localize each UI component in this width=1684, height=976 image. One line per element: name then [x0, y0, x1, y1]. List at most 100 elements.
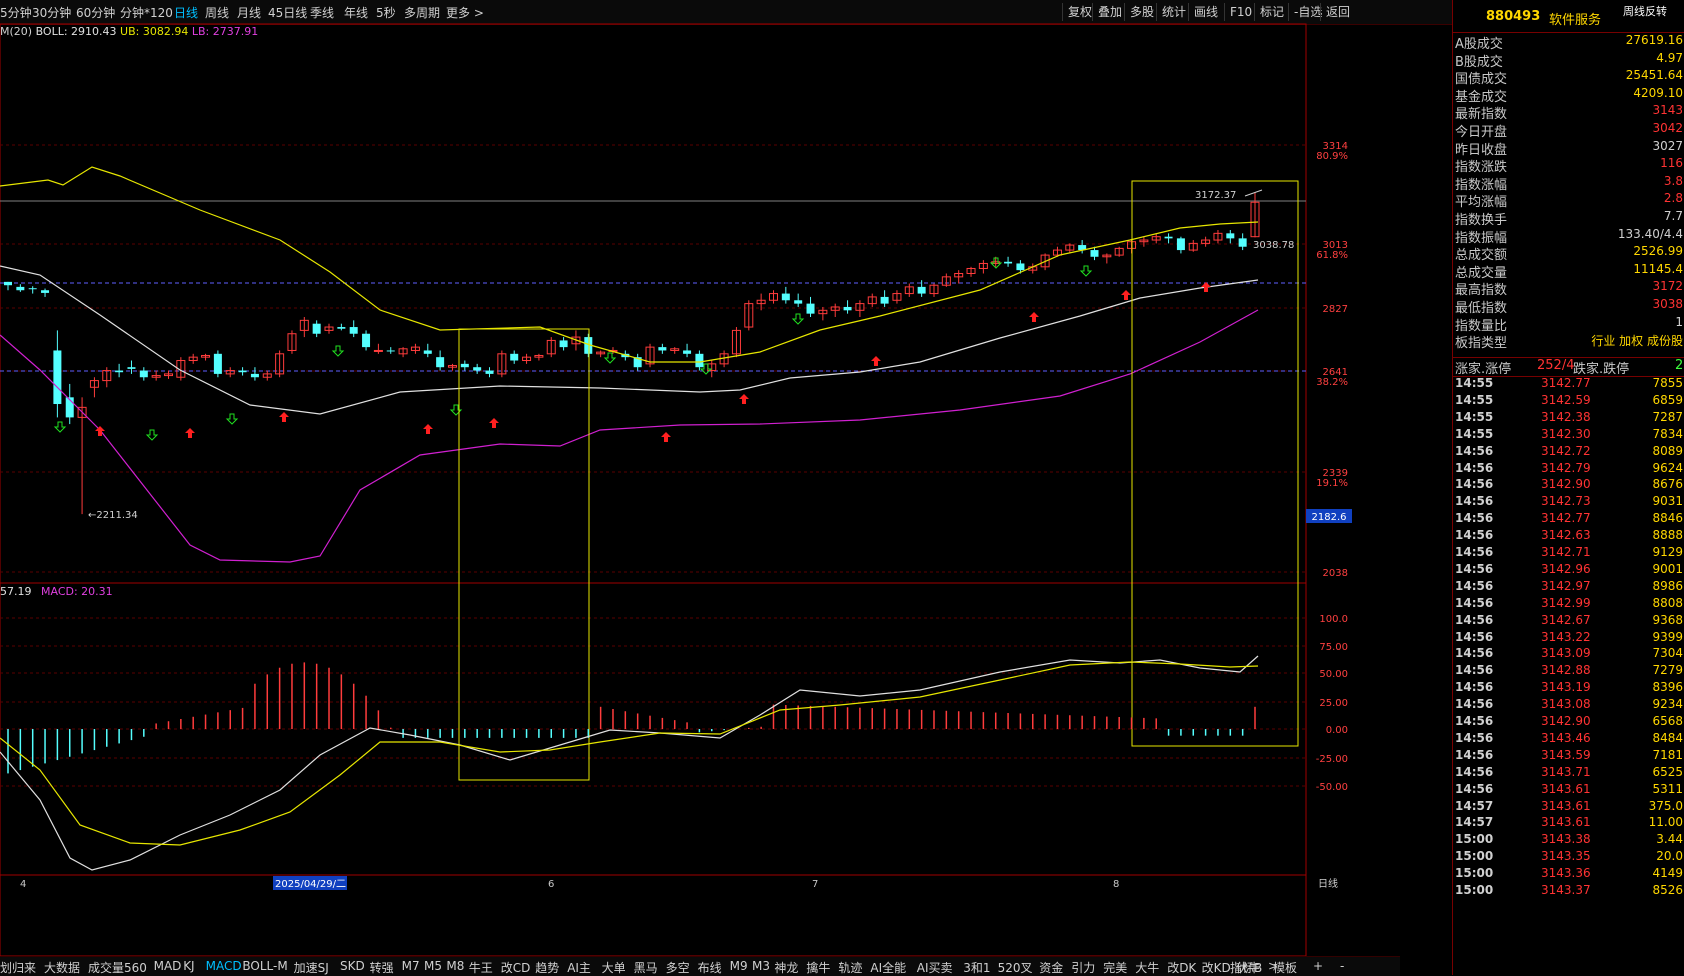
- tick-time: 14:56: [1455, 680, 1494, 695]
- tick-price: 3142.99: [1541, 595, 1591, 610]
- indicator-tab-13[interactable]: 牛王: [469, 959, 493, 976]
- indicator-tab-31[interactable]: 引力: [1071, 959, 1095, 976]
- fib-pct: 61.8%: [1316, 250, 1348, 261]
- candle-body: [1238, 238, 1247, 247]
- indicator-tab-18[interactable]: 黑马: [634, 959, 658, 976]
- tick-volume: 9031: [1652, 494, 1683, 509]
- chart-frame: [0, 23, 1307, 956]
- indicator-tab-12[interactable]: M8: [446, 959, 464, 973]
- tick-price: 3143.19: [1541, 680, 1591, 695]
- candle-body: [917, 286, 926, 294]
- tick-time: 15:00: [1455, 866, 1494, 881]
- candle-body: [806, 303, 815, 314]
- stat-row: 总成交额 2526.99: [1453, 244, 1684, 263]
- tick-price: 3142.73: [1541, 494, 1591, 509]
- indicator-tab-9[interactable]: 转强: [370, 959, 394, 976]
- indicator-tab-26[interactable]: AI全能: [870, 959, 906, 976]
- stat-label: 今日开盘: [1455, 125, 1508, 140]
- indicator-tab-35[interactable]: 改KD: [1202, 959, 1231, 976]
- tick-price: 3143.71: [1541, 764, 1591, 779]
- indicator-tab-27[interactable]: AI买卖: [917, 959, 953, 976]
- tick-row: 14:55 3142.38 7287: [1453, 410, 1684, 428]
- indicator-tab-5[interactable]: MACD: [206, 959, 242, 973]
- candle-body: [250, 373, 259, 378]
- tick-price: 3143.22: [1541, 629, 1591, 644]
- indicator-tab-24[interactable]: 擒牛: [806, 959, 830, 976]
- indicator-tab-3[interactable]: MAD: [154, 959, 182, 973]
- tick-price: 3143.38: [1541, 832, 1591, 847]
- indicator-tab-2[interactable]: 成交量560: [88, 959, 147, 976]
- stat-value: 行业 加权 成份股: [1591, 334, 1683, 349]
- dif-value: 57.19: [0, 585, 32, 598]
- tick-time: 14:56: [1455, 561, 1494, 576]
- stat-value: 1: [1675, 314, 1683, 329]
- tick-time: 14:56: [1455, 477, 1494, 492]
- stat-value: 3042: [1652, 121, 1683, 135]
- tick-price: 3143.37: [1541, 883, 1591, 897]
- indicator-tab-14[interactable]: 改CD: [501, 959, 531, 976]
- tick-volume: 8808: [1652, 595, 1683, 610]
- indicator-tab-32[interactable]: 完美: [1103, 959, 1127, 976]
- tick-time: 14:56: [1455, 730, 1494, 745]
- period-label: 日线: [1318, 877, 1338, 890]
- indicator-tab-10[interactable]: M7: [402, 959, 420, 973]
- tabbar-control-1[interactable]: 模板: [1273, 959, 1297, 976]
- sell-arrow-icon: [1079, 265, 1093, 277]
- stat-row: 指数涨幅 3.8: [1453, 174, 1684, 193]
- tick-time: 15:00: [1455, 849, 1494, 864]
- indicator-tab-29[interactable]: 520叉: [998, 959, 1033, 976]
- indicator-tab-21[interactable]: M9: [730, 959, 748, 973]
- indicator-tab-6[interactable]: BOLL-M: [242, 959, 287, 973]
- candle-body: [362, 333, 371, 348]
- stat-label: B股成交: [1455, 54, 1503, 70]
- tabbar-control-0[interactable]: 指标B: [1230, 959, 1262, 976]
- tabbar-control-2[interactable]: +: [1313, 959, 1323, 973]
- indicator-tab-0[interactable]: 划归来: [0, 959, 36, 976]
- sell-arrow-icon: [53, 421, 67, 433]
- indicator-tab-28[interactable]: 3和1: [963, 959, 990, 976]
- candle-body: [16, 286, 25, 291]
- stat-row: 最新指数 3143: [1453, 103, 1684, 122]
- indicator-tab-15[interactable]: 趋势: [535, 959, 559, 976]
- macd-tick: 50.00: [1319, 669, 1348, 680]
- tick-volume: 8986: [1652, 578, 1683, 593]
- tick-row: 14:56 3143.22 9399: [1453, 630, 1684, 648]
- indicator-tab-17[interactable]: 大单: [602, 959, 626, 976]
- indicator-tab-16[interactable]: AI主: [567, 959, 591, 976]
- candle-body: [386, 350, 395, 352]
- kline-chart[interactable]: 331480.9%301361.8%2827264138.2%233919.1%…: [0, 0, 1400, 956]
- candle-body: [1226, 233, 1235, 239]
- tick-volume: 9368: [1652, 612, 1683, 627]
- indicator-tab-33[interactable]: 大牛: [1135, 959, 1159, 976]
- indicator-tab-19[interactable]: 多空: [666, 959, 690, 976]
- indicator-tab-11[interactable]: M5: [424, 959, 442, 973]
- macd-value: MACD: 20.31: [41, 585, 113, 598]
- indicator-tab-4[interactable]: KJ: [183, 959, 194, 973]
- fib-pct: 80.9%: [1316, 151, 1348, 162]
- tick-row: 14:56 3142.79 9624: [1453, 461, 1684, 479]
- indicator-tab-8[interactable]: SKD: [340, 959, 365, 973]
- indicator-tab-25[interactable]: 轨迹: [838, 959, 862, 976]
- indicator-tab-20[interactable]: 布线: [698, 959, 722, 976]
- indicator-tab-23[interactable]: 神龙: [774, 959, 798, 976]
- indicator-tab-30[interactable]: 资金: [1039, 959, 1063, 976]
- indicator-tab-7[interactable]: 加速SJ: [294, 959, 329, 976]
- tick-volume: 8846: [1652, 511, 1683, 526]
- stat-row: 指数振幅 133.40/4.4: [1453, 227, 1684, 246]
- stat-value: 3172: [1652, 279, 1683, 294]
- tick-price: 3142.30: [1541, 426, 1591, 441]
- sell-arrow-icon: [603, 352, 617, 364]
- tick-row: 15:00 3143.37 8526: [1453, 883, 1684, 901]
- stat-value: 4.97: [1656, 50, 1683, 65]
- tick-time: 14:56: [1455, 528, 1494, 543]
- tick-price: 3142.38: [1541, 409, 1591, 424]
- candle-body: [510, 353, 519, 361]
- tick-price: 3143.61: [1541, 798, 1591, 813]
- candle-body: [843, 306, 852, 311]
- tick-price: 3142.67: [1541, 612, 1591, 627]
- tick-time: 14:55: [1455, 426, 1494, 441]
- indicator-tab-34[interactable]: 改DK: [1167, 959, 1196, 976]
- indicator-tab-22[interactable]: M3: [752, 959, 770, 973]
- tabbar-control-3[interactable]: -: [1340, 959, 1344, 973]
- indicator-tab-1[interactable]: 大数据: [44, 959, 80, 976]
